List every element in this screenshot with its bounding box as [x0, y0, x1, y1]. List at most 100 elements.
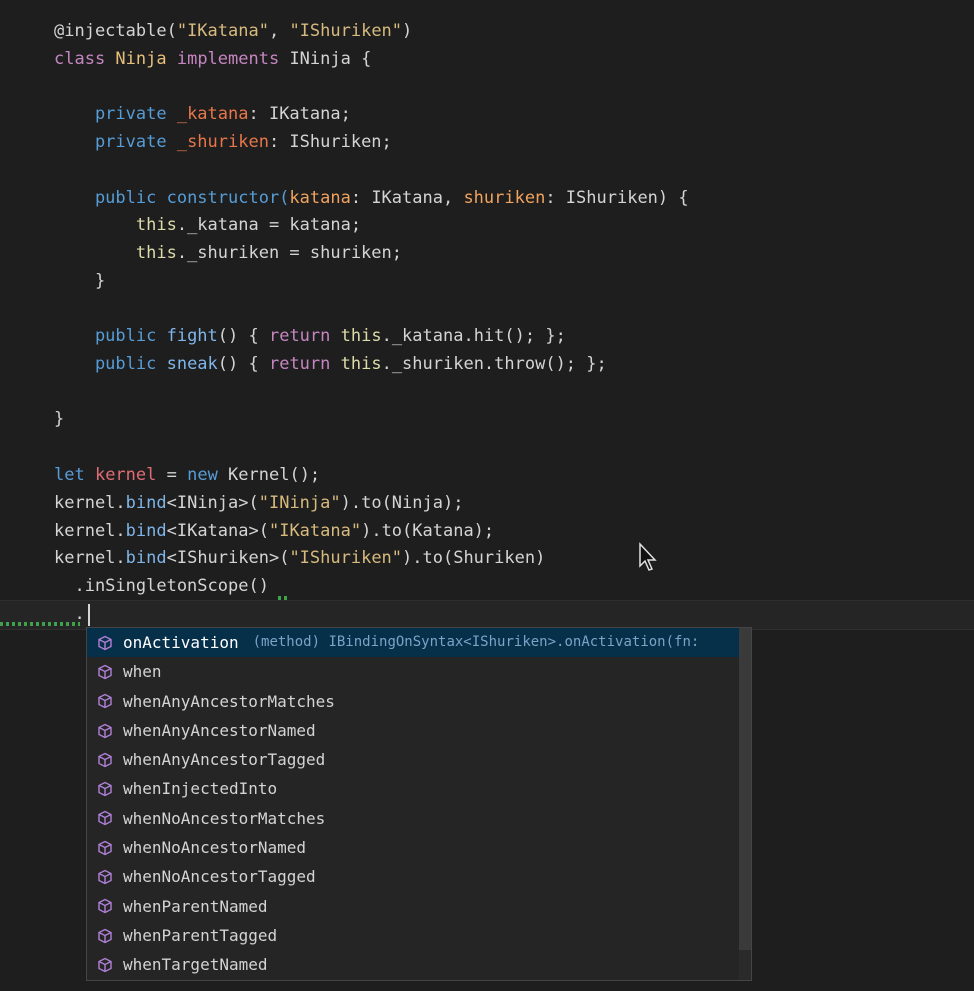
suggest-list: onActivation (method) IBindingOnSyntax<IS… — [87, 628, 751, 980]
code-token: bind — [125, 521, 167, 541]
method-cube-icon — [98, 840, 112, 856]
code-token: ).to(Shuriken) — [402, 548, 546, 568]
suggest-item-label: whenNoAncestorTagged — [123, 867, 316, 887]
code-token: bind — [125, 548, 167, 568]
code-token: @injectable( — [54, 21, 177, 41]
code-token: katana — [289, 188, 351, 208]
method-cube-icon — [98, 811, 112, 826]
code-token: } — [54, 271, 106, 291]
suggest-item-label: whenAnyAncestorTagged — [123, 750, 326, 770]
suggest-item-whenNoAncestorNamed[interactable]: whenNoAncestorNamed — [87, 833, 751, 862]
code-token: Kernel(); — [228, 465, 321, 485]
code-line-19[interactable]: kernel.bind<IKatana>("IKatana").to(Katan… — [54, 517, 494, 545]
code-token: , — [268, 21, 290, 41]
code-line-20[interactable]: kernel.bind<IShuriken>("IShuriken").to(S… — [54, 544, 545, 572]
code-line-5[interactable]: private _shuriken: IShuriken; — [54, 128, 392, 156]
suggest-item-whenAnyAncestorTagged[interactable]: whenAnyAncestorTagged — [87, 745, 751, 774]
code-token: = — [156, 465, 188, 485]
suggest-item-label: whenTargetNamed — [123, 955, 268, 975]
code-line-8[interactable]: this._katana = katana; — [54, 211, 361, 239]
code-token: return — [268, 326, 341, 346]
code-token: ).to(Katana); — [361, 521, 495, 541]
method-cube-icon — [98, 899, 112, 914]
suggest-item-label: whenParentTagged — [123, 925, 278, 945]
code-token: let — [54, 465, 95, 485]
code-token: <IShuriken>( — [166, 548, 290, 568]
suggest-item-whenTargetNamed[interactable]: whenTargetNamed — [87, 950, 751, 979]
code-token: bind — [125, 493, 167, 513]
code-line-21[interactable]: .inSingletonScope() — [54, 572, 268, 600]
method-cube-icon — [98, 869, 112, 885]
code-token: _katana — [176, 104, 249, 124]
code-line-15[interactable]: } — [54, 405, 64, 433]
code-token: "IKatana" — [176, 21, 269, 41]
code-token: <IKatana>( — [166, 521, 269, 541]
code-token: "IShuriken" — [289, 548, 403, 568]
code-token: fight — [166, 326, 218, 346]
code-line-7[interactable]: public constructor(katana: IKatana, shur… — [54, 184, 689, 212]
method-cube-icon — [98, 664, 112, 680]
code-line-12[interactable]: public fight() { return this._katana.hit… — [54, 322, 566, 350]
method-cube-icon — [98, 752, 112, 768]
code-line-4[interactable]: private _katana: IKatana; — [54, 100, 351, 128]
suggest-item-label: whenAnyAncestorNamed — [123, 720, 316, 740]
code-token: public — [54, 354, 167, 374]
code-token: } — [54, 409, 65, 429]
suggest-item-whenParentNamed[interactable]: whenParentNamed — [87, 892, 751, 921]
suggest-item-whenNoAncestorTagged[interactable]: whenNoAncestorTagged — [87, 862, 751, 891]
code-token: _shuriken — [176, 132, 269, 152]
code-token: "INinja" — [258, 493, 341, 513]
suggest-widget[interactable]: onActivation (method) IBindingOnSyntax<IS… — [86, 627, 752, 981]
code-token: "IShuriken" — [289, 21, 403, 41]
code-token: kernel. — [54, 521, 126, 541]
code-token: shuriken — [463, 188, 546, 208]
suggest-item-label: onActivation — [123, 633, 239, 652]
code-token: private — [54, 132, 177, 152]
code-line-10[interactable]: } — [54, 267, 105, 295]
code-token: new — [187, 465, 229, 485]
code-token: () { — [217, 326, 269, 346]
code-token: "IKatana" — [268, 521, 362, 541]
mouse-pointer-icon — [639, 542, 657, 571]
code-line-1[interactable]: @injectable("IKatana", "IShuriken") — [54, 17, 412, 45]
suggest-item-whenNoAncestorMatches[interactable]: whenNoAncestorMatches — [87, 804, 751, 833]
code-token: this — [340, 354, 382, 374]
suggest-item-whenAnyAncestorMatches[interactable]: whenAnyAncestorMatches — [87, 687, 751, 716]
code-token: private — [54, 104, 177, 124]
code-token: ._shuriken.throw(); }; — [381, 354, 607, 374]
suggest-scrollbar[interactable] — [739, 628, 751, 950]
code-token: kernel — [94, 465, 157, 485]
code-line-9[interactable]: this._shuriken = shuriken; — [54, 239, 402, 267]
suggest-item-label: whenParentNamed — [123, 896, 268, 916]
code-token: this — [54, 243, 177, 263]
code-token: public — [54, 188, 167, 208]
suggest-item-whenInjectedInto[interactable]: whenInjectedInto — [87, 774, 751, 803]
code-token: ).to(Ninja); — [340, 493, 464, 513]
suggest-item-whenAnyAncestorNamed[interactable]: whenAnyAncestorNamed — [87, 716, 751, 745]
code-line-17[interactable]: let kernel = new Kernel(); — [54, 461, 320, 489]
suggest-item-onActivation[interactable]: onActivation (method) IBindingOnSyntax<IS… — [87, 628, 751, 658]
code-token: () { — [217, 354, 269, 374]
code-token: kernel. — [54, 548, 126, 568]
suggest-item-label: whenInjectedInto — [123, 779, 278, 799]
code-line-18[interactable]: kernel.bind<INinja>("INinja").to(Ninja); — [54, 489, 463, 517]
code-line-13[interactable]: public sneak() { return this._shuriken.t… — [54, 350, 607, 378]
suggest-item-when[interactable]: when — [87, 657, 751, 686]
code-token: this — [340, 326, 382, 346]
code-token: ._katana.hit(); }; — [381, 326, 566, 346]
code-token: ) — [402, 21, 413, 41]
code-token: . — [54, 604, 85, 624]
method-cube-icon — [98, 957, 112, 973]
code-token: <INinja>( — [166, 493, 259, 513]
suggest-item-label: when — [123, 662, 162, 682]
code-token: ._katana = katana; — [176, 215, 362, 235]
code-line-2[interactable]: class Ninja implements INinja { — [54, 45, 371, 73]
text-cursor — [88, 604, 90, 626]
method-cube-icon — [98, 693, 112, 709]
code-token: : IShuriken; — [268, 132, 392, 152]
code-line-22[interactable]: . — [54, 600, 85, 628]
method-cube-icon — [98, 723, 112, 738]
suggest-item-whenParentTagged[interactable]: whenParentTagged — [87, 921, 751, 950]
suggest-item-label: whenNoAncestorMatches — [123, 808, 326, 828]
code-token: Ninja — [115, 49, 177, 69]
